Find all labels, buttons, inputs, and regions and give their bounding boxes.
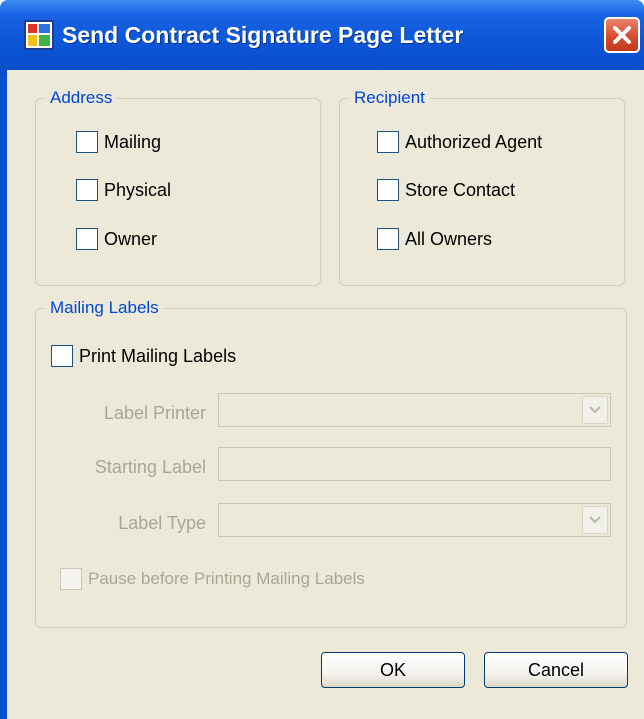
form-icon xyxy=(24,20,54,50)
authorized-agent-checkbox[interactable]: Authorized Agent xyxy=(377,131,542,153)
window-title: Send Contract Signature Page Letter xyxy=(62,22,464,48)
checkbox-label: Print Mailing Labels xyxy=(79,345,237,366)
cancel-button[interactable]: Cancel xyxy=(484,652,628,688)
close-button[interactable] xyxy=(604,17,640,53)
checkbox-label: Owner xyxy=(104,228,158,249)
checkbox-box[interactable] xyxy=(377,228,399,250)
title-bar[interactable]: Send Contract Signature Page Letter xyxy=(0,0,644,76)
checkbox-box[interactable] xyxy=(377,131,399,153)
chevron-down-icon xyxy=(589,516,601,524)
mailing-labels-group-legend: Mailing Labels xyxy=(50,298,159,317)
print-mailing-labels-checkbox[interactable]: Print Mailing Labels xyxy=(51,345,236,367)
starting-label-input[interactable] xyxy=(218,447,611,481)
dialog-window: Send Contract Signature Page Letter Addr… xyxy=(0,0,644,719)
checkbox-box[interactable] xyxy=(60,568,82,590)
dialog-client-area: Address Mailing Physical Owner Recipient… xyxy=(7,70,644,719)
dropdown-button[interactable] xyxy=(582,506,608,534)
label-printer-label: Label Printer xyxy=(103,403,206,423)
mailing-checkbox[interactable]: Mailing xyxy=(76,131,161,153)
label-printer-select[interactable] xyxy=(218,393,611,427)
address-group-legend: Address xyxy=(50,88,113,107)
checkbox-label: Physical xyxy=(104,179,172,200)
checkbox-box[interactable] xyxy=(76,228,98,250)
checkbox-label: Mailing xyxy=(104,131,162,152)
checkbox-label: Store Contact xyxy=(405,179,516,200)
dropdown-button[interactable] xyxy=(582,396,608,424)
store-contact-checkbox[interactable]: Store Contact xyxy=(377,179,515,201)
checkbox-box[interactable] xyxy=(377,179,399,201)
close-icon xyxy=(613,26,631,44)
recipient-group-legend: Recipient xyxy=(354,88,425,107)
checkbox-label: Pause before Printing Mailing Labels xyxy=(88,569,365,588)
label-type-select[interactable] xyxy=(218,503,611,537)
checkbox-box[interactable] xyxy=(51,345,73,367)
all-owners-checkbox[interactable]: All Owners xyxy=(377,228,492,250)
pause-before-printing-checkbox[interactable]: Pause before Printing Mailing Labels xyxy=(60,568,365,590)
checkbox-box[interactable] xyxy=(76,131,98,153)
label-type-label: Label Type xyxy=(118,513,206,533)
ok-button[interactable]: OK xyxy=(321,652,465,688)
chevron-down-icon xyxy=(589,406,601,414)
checkbox-label: All Owners xyxy=(405,228,493,249)
checkbox-box[interactable] xyxy=(76,179,98,201)
checkbox-label: Authorized Agent xyxy=(405,131,543,152)
physical-checkbox[interactable]: Physical xyxy=(76,179,171,201)
starting-label-label: Starting Label xyxy=(94,457,206,477)
owner-checkbox[interactable]: Owner xyxy=(76,228,157,250)
